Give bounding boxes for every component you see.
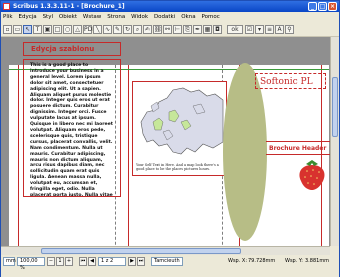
vertical-scrollbar[interactable]: [330, 37, 339, 246]
zoom-out-icon[interactable]: −: [47, 257, 55, 266]
margin-guide-left: [18, 65, 19, 246]
olive-oval-shape[interactable]: [223, 63, 267, 241]
brochure-header-frame[interactable]: Brochure Header: [266, 141, 330, 155]
pdf-field-icon[interactable]: ok: [227, 25, 243, 34]
menu-widok[interactable]: Widok: [129, 12, 150, 22]
freehand-icon[interactable]: ✎: [113, 25, 122, 34]
margin-guide-right: [321, 65, 322, 246]
list-field-icon[interactable]: ≡: [265, 25, 274, 34]
rectangle-icon[interactable]: □: [53, 25, 62, 34]
main-toolbar: ▫ ▭ ↖ T ▣ □ ○ △ PDF ╲ ∿ ✎ ↻ ⌕ ✍ ⛓ ⚯ ⊢ ⎘ …: [1, 22, 339, 37]
title-bar: Scribus 1.3.3.11-1 - [Brochure_1] _ □ ×: [1, 1, 339, 12]
table-icon[interactable]: ▦: [203, 25, 212, 34]
close-button[interactable]: ×: [328, 2, 337, 11]
window-title: Scribus 1.3.3.11-1 - [Brochure_1]: [13, 3, 125, 10]
column-guide: [128, 65, 129, 246]
polygon-icon[interactable]: △: [73, 25, 82, 34]
strawberry-image[interactable]: [297, 159, 327, 191]
x-coordinate-value: 79.728mm: [248, 258, 276, 264]
select-arrow-icon[interactable]: ↖: [23, 25, 32, 34]
open-folder-icon[interactable]: ▭: [13, 25, 22, 34]
y-coordinate-label: Wsp. Y:: [285, 258, 303, 264]
horizontal-scrollbar[interactable]: [1, 246, 330, 255]
menu-edycja[interactable]: Edycja: [16, 12, 38, 22]
new-document-icon[interactable]: ▫: [3, 25, 12, 34]
menu-strona[interactable]: Strona: [105, 12, 127, 22]
layer-selector[interactable]: Tamcieuth: [151, 257, 183, 266]
pdf-button-icon[interactable]: ◘: [213, 25, 222, 34]
body-text-frame[interactable]: This is a good place to introduce your b…: [23, 59, 121, 197]
menu-pomoc[interactable]: Pomoc: [200, 12, 222, 22]
menu-plik[interactable]: Plik: [1, 12, 15, 22]
zoom-field[interactable]: 100,00 %: [17, 257, 45, 271]
bezier-icon[interactable]: ∿: [103, 25, 112, 34]
maximize-button[interactable]: □: [318, 2, 327, 11]
scribus-app-icon: [3, 3, 10, 10]
app-window: Scribus 1.3.3.11-1 - [Brochure_1] _ □ × …: [0, 0, 340, 277]
menu-okna[interactable]: Okna: [179, 12, 197, 22]
heading-text: Edycja szablonu: [31, 45, 95, 53]
horizontal-scroll-thumb[interactable]: [41, 248, 241, 254]
measure-icon[interactable]: ⊢: [173, 25, 182, 34]
line-icon[interactable]: ╲: [93, 25, 102, 34]
edit-content-icon[interactable]: ✍: [143, 25, 152, 34]
last-page-icon[interactable]: ⏭: [137, 257, 145, 266]
x-coordinate-label: Wsp. X:: [228, 258, 248, 264]
status-bar: mm 100,00 % − 1 + ⏮ ◀ 1 z 2 ▶ ⏭ Tamcieut…: [1, 255, 339, 277]
text-annotation-icon[interactable]: A: [275, 25, 284, 34]
unlink-frames-icon[interactable]: ⚯: [163, 25, 172, 34]
eyedropper-icon[interactable]: ✒: [193, 25, 202, 34]
zoom-100-icon[interactable]: 1: [56, 257, 64, 266]
brochure-header-text: Brochure Header: [269, 145, 327, 152]
page-selector[interactable]: 1 z 2: [98, 257, 126, 266]
zoom-in-icon[interactable]: +: [65, 257, 73, 266]
link-frames-icon[interactable]: ⛓: [153, 25, 162, 34]
y-coordinate-value: 3.881mm: [305, 258, 330, 264]
vertical-scroll-thumb[interactable]: [332, 77, 338, 137]
softonic-text: Softonic PL: [260, 77, 313, 87]
ellipse-icon[interactable]: ○: [63, 25, 72, 34]
copy-properties-icon[interactable]: ⎘: [183, 25, 192, 34]
rotate-icon[interactable]: ↻: [123, 25, 132, 34]
menu-styl[interactable]: Styl: [41, 12, 55, 22]
menu-dodatki[interactable]: Dodatki: [152, 12, 177, 22]
first-page-icon[interactable]: ⏮: [79, 257, 87, 266]
menu-wstaw[interactable]: Wstaw: [81, 12, 103, 22]
combo-field-icon[interactable]: ▾: [255, 25, 264, 34]
previous-page-icon[interactable]: ◀: [88, 257, 96, 266]
image-frame-icon[interactable]: ▣: [43, 25, 52, 34]
europe-map-image: [133, 82, 226, 162]
checkbox-field-icon[interactable]: ☑: [245, 25, 254, 34]
menu-obiekt[interactable]: Obiekt: [57, 12, 79, 22]
unit-selector[interactable]: mm: [3, 257, 16, 266]
pdf-export-icon[interactable]: PDF: [83, 25, 96, 34]
body-text: This is a good place to introduce your b…: [30, 63, 113, 197]
zoom-icon[interactable]: ⌕: [133, 25, 142, 34]
menu-bar: Plik Edycja Styl Obiekt Wstaw Strona Wid…: [1, 12, 339, 22]
link-annotation-icon[interactable]: ⚲: [285, 25, 294, 34]
softonic-text-frame[interactable]: Softonic PL: [255, 73, 326, 89]
text-frame-icon[interactable]: T: [33, 25, 42, 34]
minimize-button[interactable]: _: [308, 2, 317, 11]
map-image-frame[interactable]: [132, 81, 227, 176]
map-caption: Your Self Text in Here. And a map look t…: [136, 163, 219, 171]
next-page-icon[interactable]: ▶: [128, 257, 136, 266]
heading-text-frame[interactable]: Edycja szablonu: [23, 42, 121, 56]
